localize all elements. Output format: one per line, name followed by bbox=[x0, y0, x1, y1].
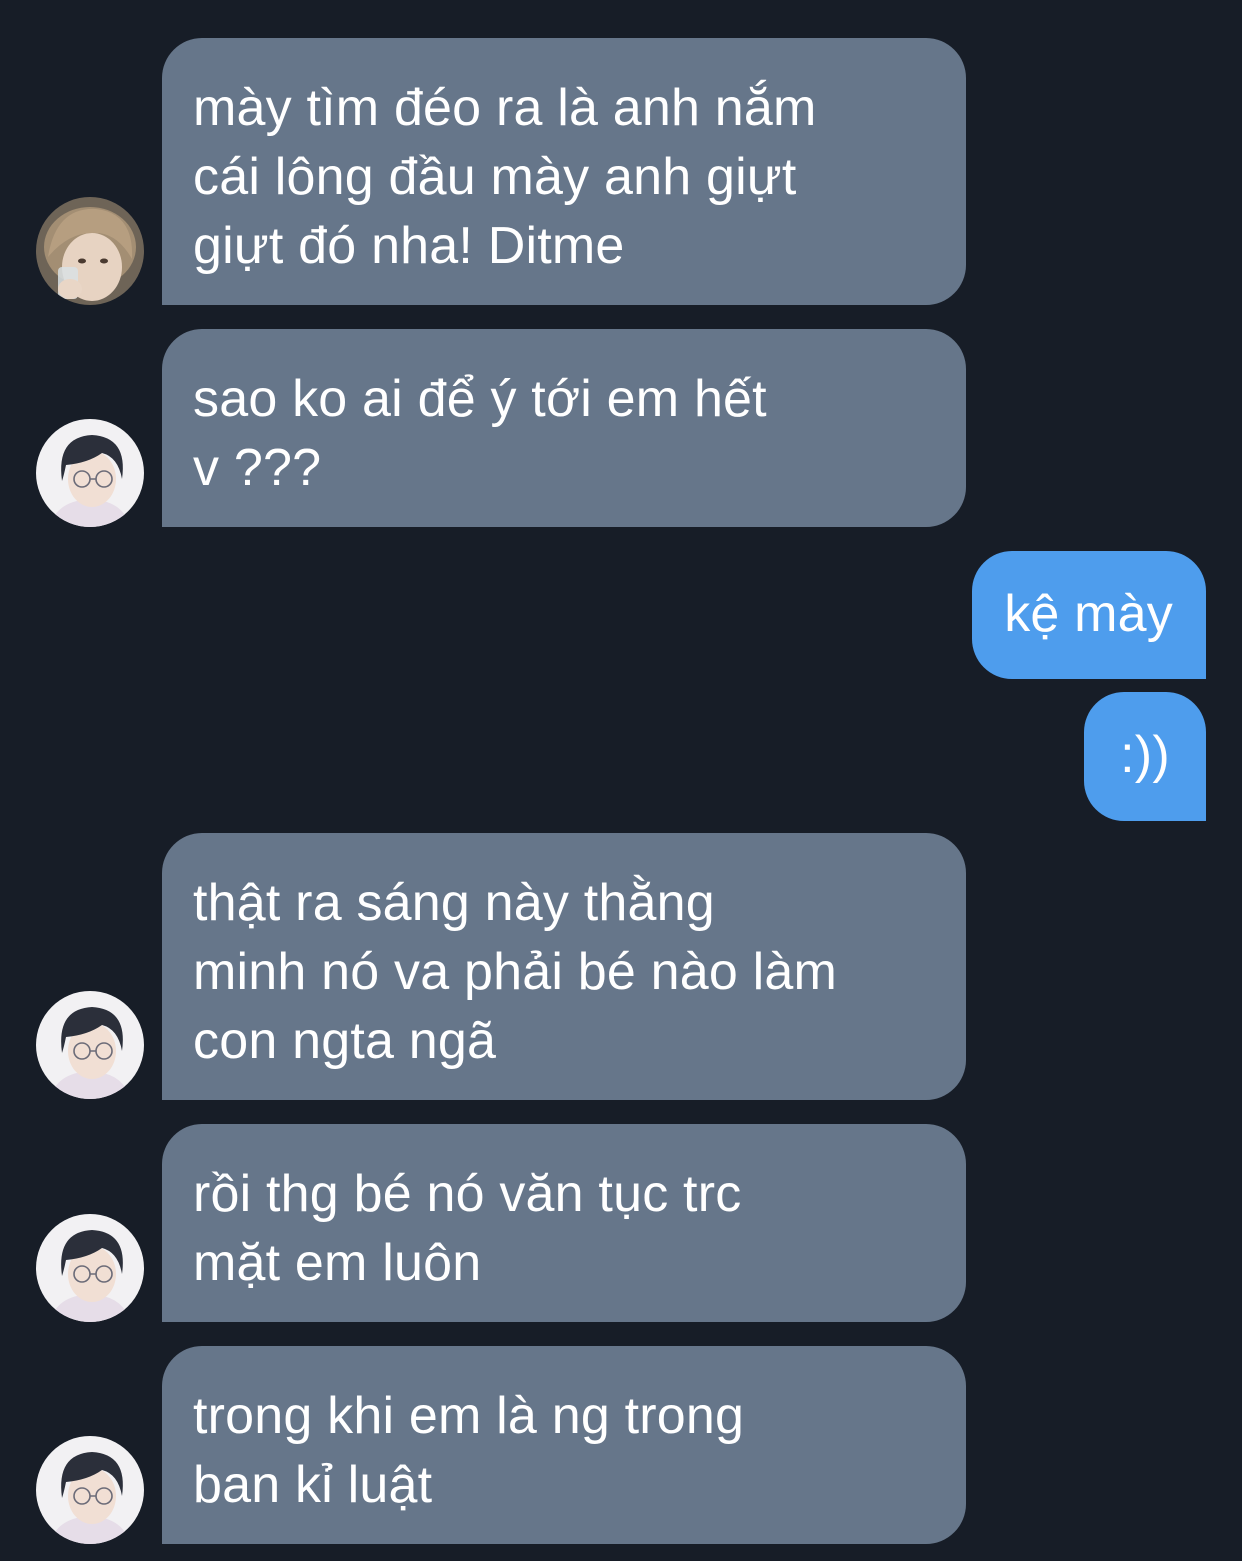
avatar-dark-hair-glasses-icon bbox=[36, 991, 144, 1099]
avatar-dark-hair-glasses-icon bbox=[36, 419, 144, 527]
sender-avatar[interactable] bbox=[36, 991, 144, 1099]
avatar-dark-hair-glasses-icon bbox=[36, 1436, 144, 1544]
outgoing-message[interactable]: kệ mày bbox=[972, 551, 1206, 679]
avatar-blond-drinking-icon bbox=[36, 197, 144, 305]
incoming-message[interactable]: thật ra sáng này thằng minh nó va phải b… bbox=[162, 833, 966, 1100]
incoming-message[interactable]: trong khi em là ng trong ban kỉ luật bbox=[162, 1346, 966, 1544]
sender-avatar[interactable] bbox=[36, 197, 144, 305]
incoming-message[interactable]: sao ko ai để ý tới em hết v ??? bbox=[162, 329, 966, 527]
chat-thread: mày tìm đéo ra là anh nắm cái lông đầu m… bbox=[0, 0, 1242, 1561]
sender-avatar[interactable] bbox=[36, 1436, 144, 1544]
incoming-message[interactable]: rồi thg bé nó văn tục trc mặt em luôn bbox=[162, 1124, 966, 1322]
avatar-dark-hair-glasses-icon bbox=[36, 1214, 144, 1322]
sender-avatar[interactable] bbox=[36, 419, 144, 527]
incoming-message[interactable]: mày tìm đéo ra là anh nắm cái lông đầu m… bbox=[162, 38, 966, 305]
outgoing-message[interactable]: :)) bbox=[1084, 692, 1206, 821]
sender-avatar[interactable] bbox=[36, 1214, 144, 1322]
